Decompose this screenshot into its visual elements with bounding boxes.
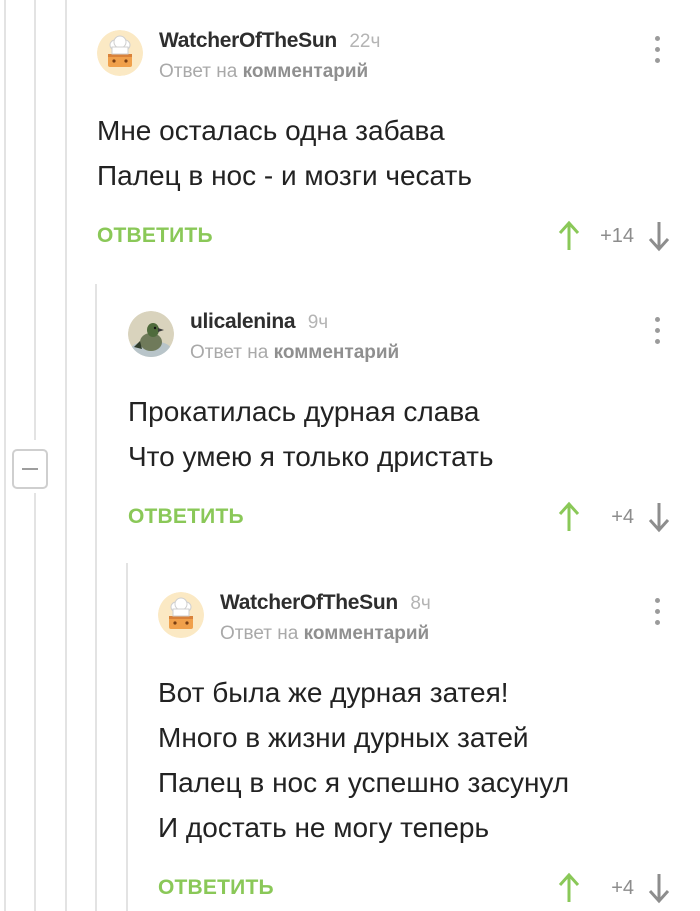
comment-time: 8ч	[410, 593, 431, 614]
comment-score: +14	[600, 225, 634, 247]
comment-author-line: ulicalenina 9ч	[190, 310, 328, 334]
comment-score: +4	[611, 506, 634, 528]
comment-line: Мне осталась одна забава	[97, 115, 445, 146]
comment-actions: ОТВЕТИТЬ +14	[97, 220, 700, 254]
comment-header: WatcherOfTheSun 22ч Ответ на комментарий	[97, 24, 700, 84]
reply-to-link[interactable]: комментарий	[243, 61, 369, 82]
comment-body: Вот была же дурная затея! Много в жизни …	[158, 670, 700, 850]
comment: WatcherOfTheSun 22ч Ответ на комментарий…	[97, 24, 700, 254]
comment-score: +4	[611, 877, 634, 899]
comment-line: Что умею я только дристать	[128, 441, 494, 472]
comment-line: Палец в нос я успешно засунул	[158, 767, 570, 798]
comment-actions: ОТВЕТИТЬ +4	[158, 872, 700, 906]
comment-author-line: WatcherOfTheSun 22ч	[159, 29, 380, 53]
comment-body: Прокатилась дурная слава Что умею я толь…	[128, 389, 700, 479]
reply-to-link[interactable]: комментарий	[274, 342, 400, 363]
downvote-arrow-icon[interactable]	[646, 220, 672, 252]
comment-author-line: WatcherOfTheSun 8ч	[220, 591, 431, 615]
comment-line: Прокатилась дурная слава	[128, 396, 480, 427]
upvote-arrow-icon[interactable]	[556, 872, 582, 904]
upvote-arrow-icon[interactable]	[556, 501, 582, 533]
comment-line: Много в жизни дурных затей	[158, 722, 529, 753]
downvote-arrow-icon[interactable]	[646, 501, 672, 533]
reply-to-prefix: Ответ на	[220, 623, 299, 644]
username[interactable]: WatcherOfTheSun	[159, 29, 337, 52]
thread-rail	[95, 284, 97, 911]
chef-cake-avatar[interactable]	[97, 30, 143, 76]
reply-to-meta: Ответ на комментарий	[190, 342, 399, 364]
comment-actions: ОТВЕТИТЬ +4	[128, 501, 700, 535]
comment-line: И достать не могу теперь	[158, 812, 490, 843]
comment-header: WatcherOfTheSun 8ч Ответ на комментарий	[158, 586, 700, 646]
thread-rail	[34, 493, 36, 911]
pigeon-avatar[interactable]	[128, 311, 174, 357]
more-options-icon[interactable]	[652, 34, 664, 66]
thread-rail	[65, 0, 67, 911]
collapse-thread-button[interactable]	[12, 449, 48, 489]
reply-to-link[interactable]: комментарий	[304, 623, 430, 644]
thread-rail	[4, 0, 6, 911]
reply-button[interactable]: ОТВЕТИТЬ	[158, 876, 274, 900]
upvote-arrow-icon[interactable]	[556, 220, 582, 252]
reply-to-prefix: Ответ на	[190, 342, 269, 363]
comment: WatcherOfTheSun 8ч Ответ на комментарий …	[158, 586, 700, 906]
chef-cake-avatar[interactable]	[158, 592, 204, 638]
username[interactable]: ulicalenina	[190, 310, 296, 333]
comment: ulicalenina 9ч Ответ на комментарий Прок…	[128, 305, 700, 535]
downvote-arrow-icon[interactable]	[646, 872, 672, 904]
reply-to-meta: Ответ на комментарий	[159, 61, 368, 83]
reply-button[interactable]: ОТВЕТИТЬ	[128, 505, 244, 529]
reply-to-meta: Ответ на комментарий	[220, 623, 429, 645]
reply-to-prefix: Ответ на	[159, 61, 238, 82]
username[interactable]: WatcherOfTheSun	[220, 591, 398, 614]
comment-line: Палец в нос - и мозги чесать	[97, 160, 472, 191]
reply-button[interactable]: ОТВЕТИТЬ	[97, 224, 213, 248]
comment-header: ulicalenina 9ч Ответ на комментарий	[128, 305, 700, 365]
thread-rail	[126, 563, 128, 911]
more-options-icon[interactable]	[652, 315, 664, 347]
comment-line: Вот была же дурная затея!	[158, 677, 509, 708]
comment-time: 9ч	[307, 312, 329, 333]
more-options-icon[interactable]	[652, 596, 664, 628]
comment-time: 22ч	[349, 31, 381, 52]
thread-rail	[34, 0, 36, 440]
comment-body: Мне осталась одна забава Палец в нос - и…	[97, 108, 700, 198]
